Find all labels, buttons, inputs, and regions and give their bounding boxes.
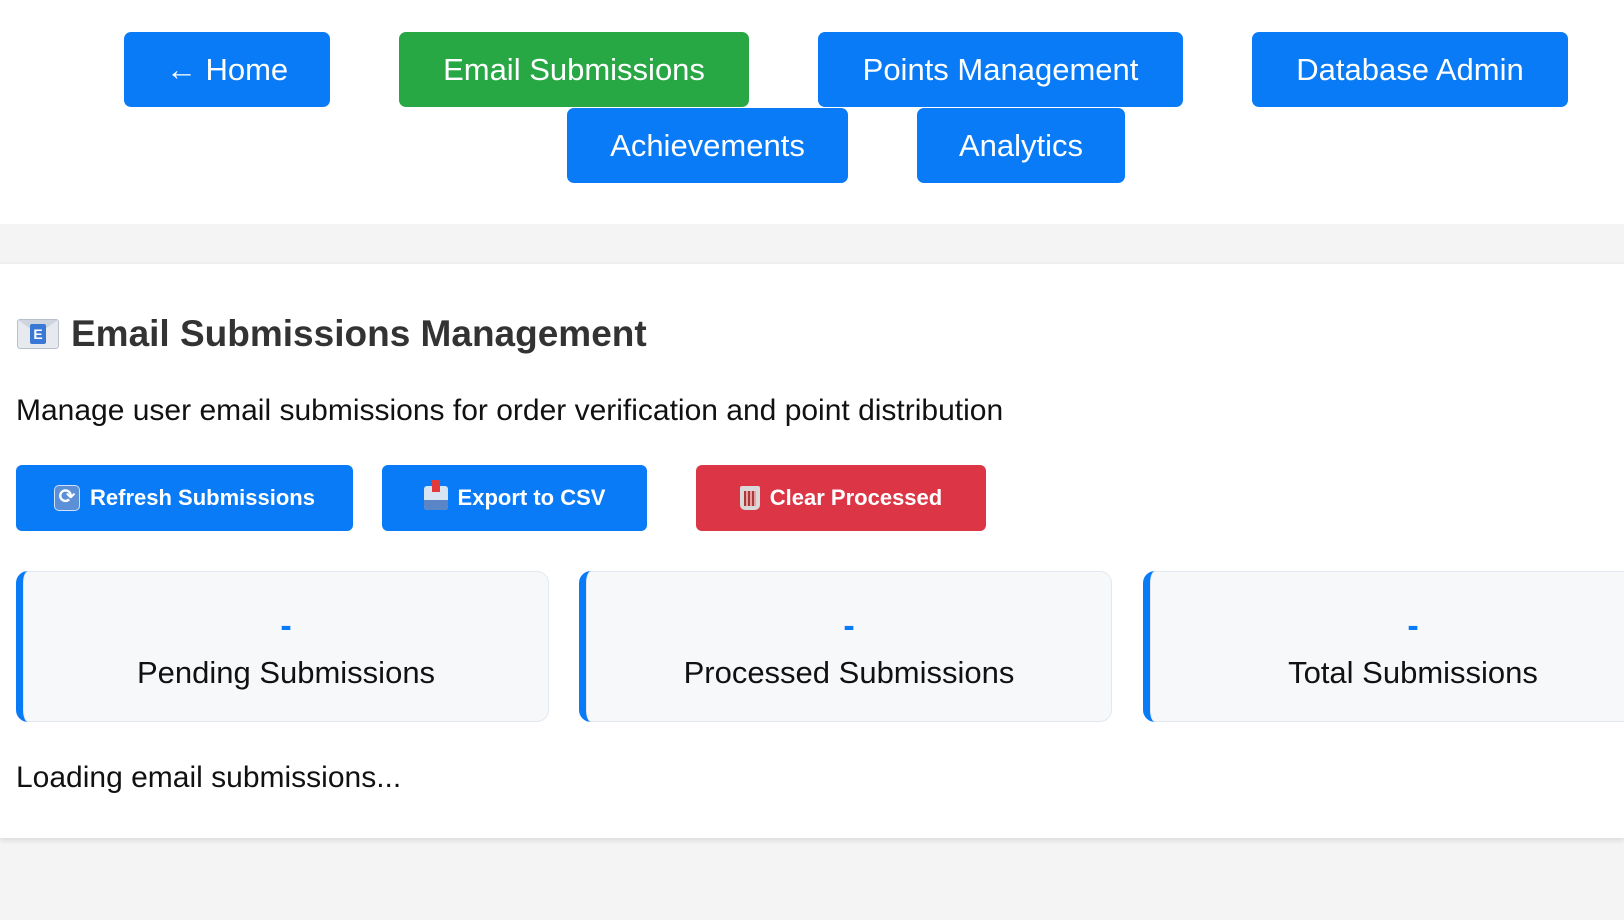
top-navigation: ← Home Email Submissions Points Manageme… [0,0,1624,224]
total-count: - [1407,607,1419,645]
page-description: Manage user email submissions for order … [16,394,1004,427]
processed-label: Processed Submissions [683,655,1015,690]
pending-label: Pending Submissions [136,655,436,690]
processed-submissions-card: - Processed Submissions [579,571,1112,722]
page-title-text: Email Submissions Management [71,313,647,354]
home-button[interactable]: ← Home [124,32,330,107]
clear-processed-label: Clear Processed [769,485,943,510]
inbox-tray-icon [423,480,448,510]
email-submissions-tab[interactable]: Email Submissions [399,32,749,107]
page-title: E Email Submissions Management [17,310,647,358]
achievements-tab[interactable]: Achievements [567,108,848,183]
total-submissions-card: - Total Submissions [1143,571,1624,722]
refresh-submissions-label: Refresh Submissions [90,485,315,510]
export-csv-button[interactable]: Export to CSV [382,465,647,531]
refresh-submissions-button[interactable]: Refresh Submissions [16,465,353,531]
clear-processed-button[interactable]: Clear Processed [696,465,986,531]
processed-count: - [843,607,855,645]
trash-icon [739,486,760,510]
analytics-tab[interactable]: Analytics [917,108,1125,183]
database-admin-tab[interactable]: Database Admin [1252,32,1568,107]
refresh-icon [54,484,81,511]
export-csv-label: Export to CSV [457,485,606,510]
points-management-tab[interactable]: Points Management [818,32,1183,107]
total-label: Total Submissions [1288,655,1538,690]
envelope-icon: E [17,319,59,349]
pending-count: - [280,607,292,645]
pending-submissions-card: - Pending Submissions [16,571,549,722]
loading-status: Loading email submissions... [16,761,402,794]
